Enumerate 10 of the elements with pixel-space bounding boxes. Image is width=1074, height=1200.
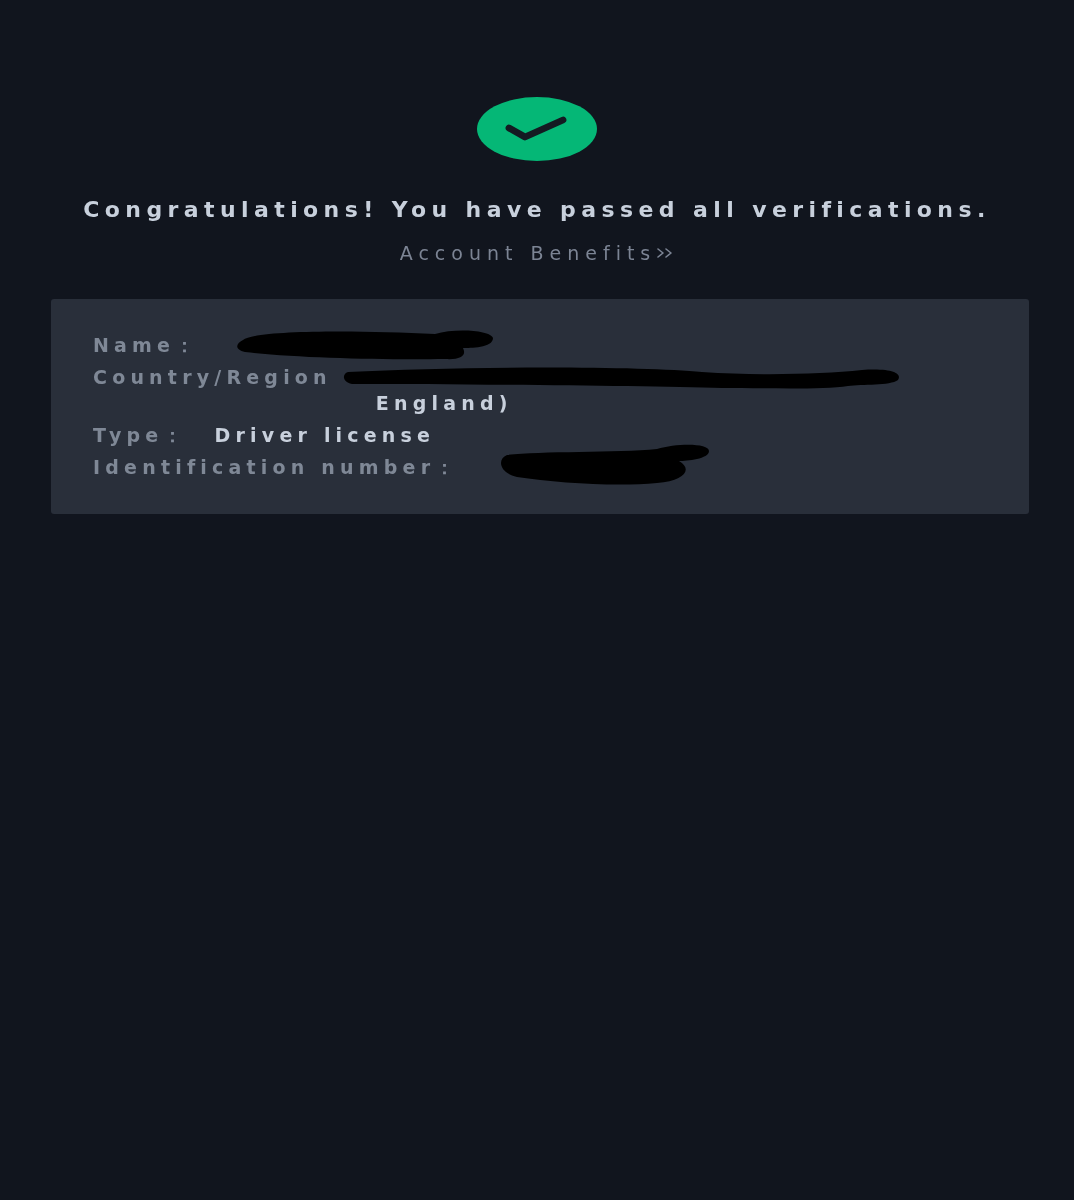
double-chevron-icon [656, 247, 675, 259]
field-value: Driver license [214, 423, 436, 448]
field-label: Identification number： [93, 455, 460, 480]
check-icon [477, 97, 597, 161]
account-benefits-link[interactable]: Account Benefits [399, 241, 675, 265]
field-label: Name： [93, 333, 200, 358]
field-value: England) [375, 391, 513, 416]
field-label: Country/Region [93, 365, 332, 390]
result-title: Congratulations! You have passed all verifications. [83, 196, 991, 224]
field-label: Type： [93, 423, 188, 448]
